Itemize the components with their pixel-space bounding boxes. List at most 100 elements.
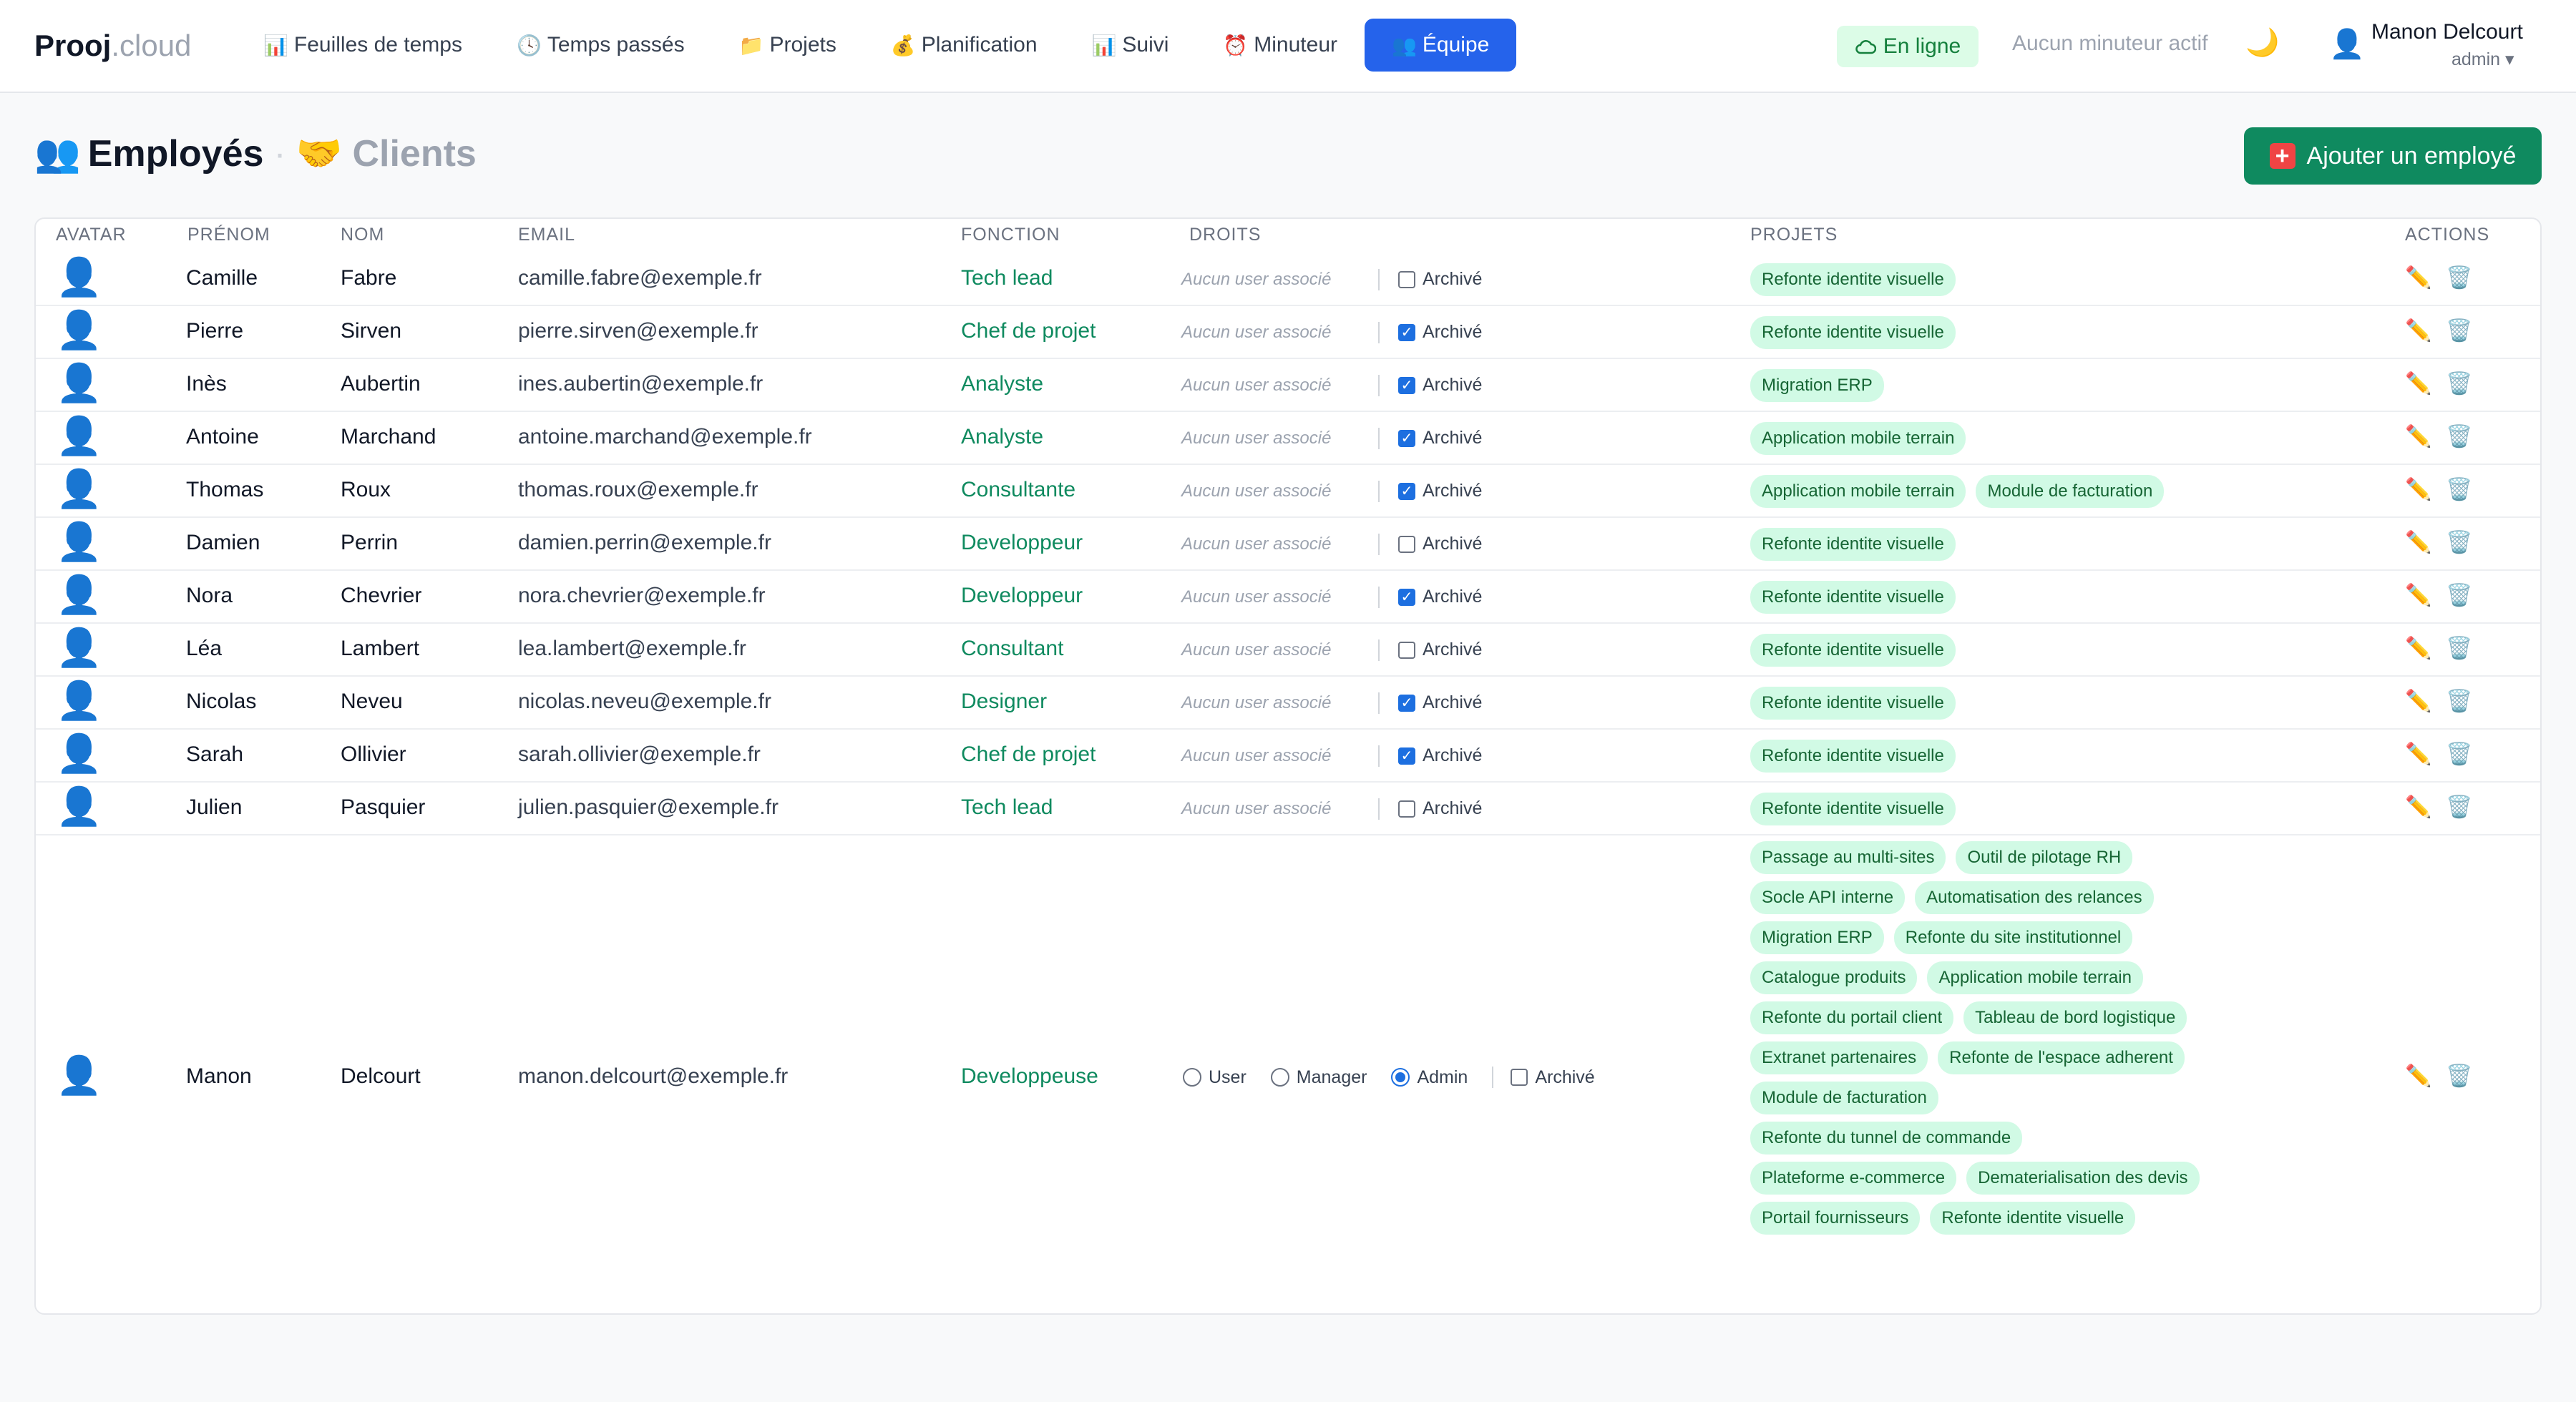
row-actions: ✏️ 🗑️ [2405, 371, 2473, 396]
delete-icon[interactable]: 🗑️ [2446, 318, 2472, 343]
project-tag[interactable]: Passage au multi-sites [1750, 841, 1946, 874]
archived-label: Archivé [1423, 322, 1483, 342]
archived-checkbox[interactable]: ✓ [1398, 323, 1415, 341]
project-tag[interactable]: Application mobile terrain [1750, 422, 1966, 455]
edit-icon[interactable]: ✏️ [2405, 795, 2431, 820]
archived-checkbox[interactable]: ✓ [1398, 429, 1415, 447]
nav-item-minuteur[interactable]: ⏰ Minuteur [1196, 19, 1365, 72]
edit-icon[interactable]: ✏️ [2405, 636, 2431, 661]
project-tag[interactable]: Migration ERP [1750, 921, 1884, 954]
archived-checkbox[interactable] [1511, 1069, 1528, 1086]
row-actions: ✏️ 🗑️ [2405, 1064, 2473, 1089]
nav-item-temps-passes[interactable]: 🕓 Temps passés [489, 19, 712, 72]
delete-icon[interactable]: 🗑️ [2446, 477, 2472, 502]
project-tag[interactable]: Refonte identite visuelle [1750, 687, 1956, 720]
project-tag[interactable]: Refonte du portail client [1750, 1001, 1954, 1034]
user-name[interactable]: Manon Delcourt [2371, 20, 2523, 44]
delete-icon[interactable]: 🗑️ [2446, 636, 2472, 661]
delete-icon[interactable]: 🗑️ [2446, 742, 2472, 767]
project-tag[interactable]: Migration ERP [1750, 369, 1884, 402]
archived-checkbox[interactable] [1398, 800, 1415, 818]
archived-toggle: ✓ Archivé [1398, 745, 1482, 766]
archived-checkbox[interactable] [1398, 270, 1415, 288]
archived-label: Archivé [1535, 1067, 1595, 1087]
edit-icon[interactable]: ✏️ [2405, 583, 2431, 608]
nav-temps-passes-icon: 🕓 [516, 34, 542, 57]
project-tag[interactable]: Outil de pilotage RH [1956, 841, 2133, 874]
project-tag[interactable]: Refonte identite visuelle [1750, 634, 1956, 667]
edit-icon[interactable]: ✏️ [2405, 371, 2431, 396]
nav-item-suivi[interactable]: 📊 Suivi [1065, 19, 1196, 72]
dark-mode-toggle-icon[interactable]: 🌙 [2245, 27, 2279, 59]
column-header: FONCTION [961, 225, 1060, 245]
delete-icon[interactable]: 🗑️ [2446, 795, 2472, 820]
brand-logo[interactable]: Prooj.cloud [34, 27, 191, 64]
archived-checkbox[interactable]: ✓ [1398, 747, 1415, 765]
edit-icon[interactable]: ✏️ [2405, 1064, 2431, 1089]
project-tag[interactable]: Tableau de bord logistique [1963, 1001, 2187, 1034]
edit-icon[interactable]: ✏️ [2405, 530, 2431, 555]
project-tag[interactable]: Automatisation des relances [1915, 881, 2154, 914]
archived-checkbox[interactable] [1398, 535, 1415, 553]
project-tag[interactable]: Portail fournisseurs [1750, 1202, 1921, 1235]
project-tag[interactable]: Refonte identite visuelle [1750, 581, 1956, 614]
row-actions: ✏️ 🗑️ [2405, 795, 2473, 820]
project-tag[interactable]: Module de facturation [1750, 1082, 1938, 1114]
delete-icon[interactable]: 🗑️ [2446, 371, 2472, 396]
project-tag[interactable]: Refonte du tunnel de commande [1750, 1122, 2023, 1155]
user-avatar-icon[interactable]: 👤 [2329, 27, 2365, 61]
role-radio-user[interactable] [1183, 1068, 1201, 1087]
nav-item-projets[interactable]: 📁 Projets [712, 19, 864, 72]
project-tag[interactable]: Plateforme e-commerce [1750, 1162, 1957, 1195]
row-actions: ✏️ 🗑️ [2405, 742, 2473, 767]
project-tag[interactable]: Refonte identite visuelle [1930, 1202, 2136, 1235]
edit-icon[interactable]: ✏️ [2405, 689, 2431, 714]
role-radio-manager[interactable] [1270, 1068, 1289, 1087]
row-actions: ✏️ 🗑️ [2405, 424, 2473, 449]
tab-employees[interactable]: Employés [88, 130, 264, 177]
project-tag[interactable]: Refonte identite visuelle [1750, 263, 1956, 296]
project-tag[interactable]: Socle API interne [1750, 881, 1906, 914]
status-badge: En ligne [1837, 26, 1979, 67]
project-tag[interactable]: Refonte identite visuelle [1750, 740, 1956, 773]
role-radio-admin[interactable] [1391, 1068, 1410, 1087]
page-title: 👥 Employés · 🤝 Clients [34, 130, 477, 177]
archived-checkbox[interactable] [1398, 641, 1415, 659]
edit-icon[interactable]: ✏️ [2405, 265, 2431, 290]
delete-icon[interactable]: 🗑️ [2446, 689, 2472, 714]
user-role-dropdown[interactable]: admin ▾ [2451, 49, 2514, 70]
nav-item-planification[interactable]: 💰 Planification [864, 19, 1065, 72]
edit-icon[interactable]: ✏️ [2405, 742, 2431, 767]
project-tag[interactable]: Refonte identite visuelle [1750, 793, 1956, 825]
nav-item-equipe[interactable]: 👥 Équipe [1365, 19, 1517, 72]
project-tag[interactable]: Refonte du site institutionnel [1893, 921, 2133, 954]
delete-icon[interactable]: 🗑️ [2446, 583, 2472, 608]
email-cell: nora.chevrier@exemple.fr [518, 584, 766, 607]
archived-checkbox[interactable]: ✓ [1398, 482, 1415, 500]
project-tag[interactable]: Application mobile terrain [1927, 961, 2143, 994]
tab-clients[interactable]: Clients [352, 130, 476, 177]
project-tag[interactable]: Refonte de l'espace adherent [1938, 1041, 2185, 1074]
archived-checkbox[interactable]: ✓ [1398, 694, 1415, 712]
edit-icon[interactable]: ✏️ [2405, 318, 2431, 343]
archived-checkbox[interactable]: ✓ [1398, 376, 1415, 394]
archived-checkbox[interactable]: ✓ [1398, 588, 1415, 606]
archived-label: Archivé [1423, 745, 1483, 765]
delete-icon[interactable]: 🗑️ [2446, 424, 2472, 449]
first-name: Antoine [186, 425, 259, 448]
add-employee-button[interactable]: + Ajouter un employé [2244, 127, 2542, 185]
nav-item-label: Feuilles de temps [293, 33, 462, 57]
project-tag[interactable]: Module de facturation [1976, 475, 2165, 508]
project-tag[interactable]: Application mobile terrain [1750, 475, 1966, 508]
edit-icon[interactable]: ✏️ [2405, 424, 2431, 449]
nav-item-feuilles-de-temps[interactable]: 📊 Feuilles de temps [236, 19, 489, 72]
project-tag[interactable]: Extranet partenaires [1750, 1041, 1928, 1074]
project-tag[interactable]: Catalogue produits [1750, 961, 1918, 994]
project-tag[interactable]: Refonte identite visuelle [1750, 528, 1956, 561]
delete-icon[interactable]: 🗑️ [2446, 530, 2472, 555]
delete-icon[interactable]: 🗑️ [2446, 265, 2472, 290]
project-tag[interactable]: Dematerialisation des devis [1966, 1162, 2200, 1195]
delete-icon[interactable]: 🗑️ [2446, 1064, 2472, 1089]
project-tag[interactable]: Refonte identite visuelle [1750, 316, 1956, 349]
edit-icon[interactable]: ✏️ [2405, 477, 2431, 502]
